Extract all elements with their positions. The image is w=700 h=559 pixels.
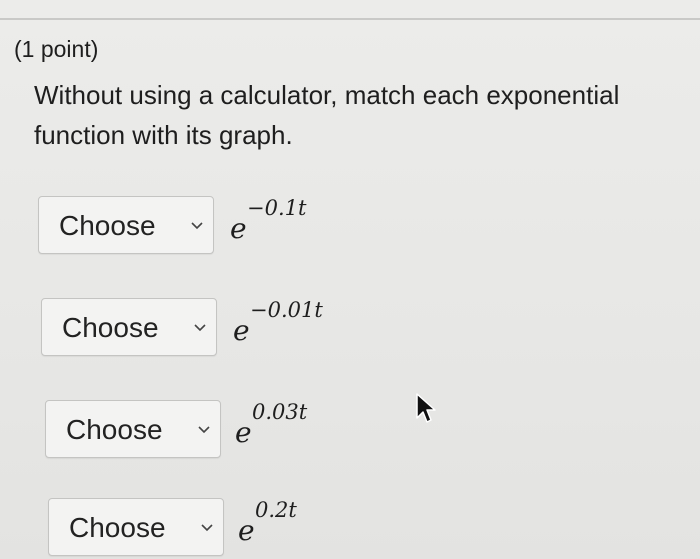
function-exponent: −0.1t	[247, 196, 307, 220]
function-exponent: 0.03t	[252, 400, 308, 424]
top-divider	[0, 18, 700, 20]
question-text: Without using a calculator, match each e…	[34, 80, 620, 150]
chevron-down-icon	[191, 222, 203, 230]
chevron-down-icon	[198, 426, 210, 434]
select-label: Choose	[59, 210, 156, 241]
function-exponent: 0.2t	[255, 498, 297, 522]
match-select-4[interactable]: Choose	[48, 498, 224, 556]
function-exponent: −0.01t	[250, 298, 323, 322]
match-select-1[interactable]: Choose	[38, 196, 214, 254]
question-panel: (1 point) Without using a calculator, ma…	[0, 0, 700, 559]
select-label: Choose	[62, 312, 159, 343]
function-base: e	[230, 212, 247, 245]
match-select-2[interactable]: Choose	[41, 298, 217, 356]
chevron-down-icon	[194, 324, 206, 332]
select-label: Choose	[66, 414, 163, 445]
function-base: e	[233, 314, 250, 347]
function-base: e	[238, 514, 255, 547]
chevron-down-icon	[201, 524, 213, 532]
select-label: Choose	[69, 512, 166, 543]
point-value: (1 point)	[14, 36, 99, 62]
match-select-3[interactable]: Choose	[45, 400, 221, 458]
function-base: e	[235, 416, 252, 449]
mouse-cursor-icon	[416, 393, 436, 423]
